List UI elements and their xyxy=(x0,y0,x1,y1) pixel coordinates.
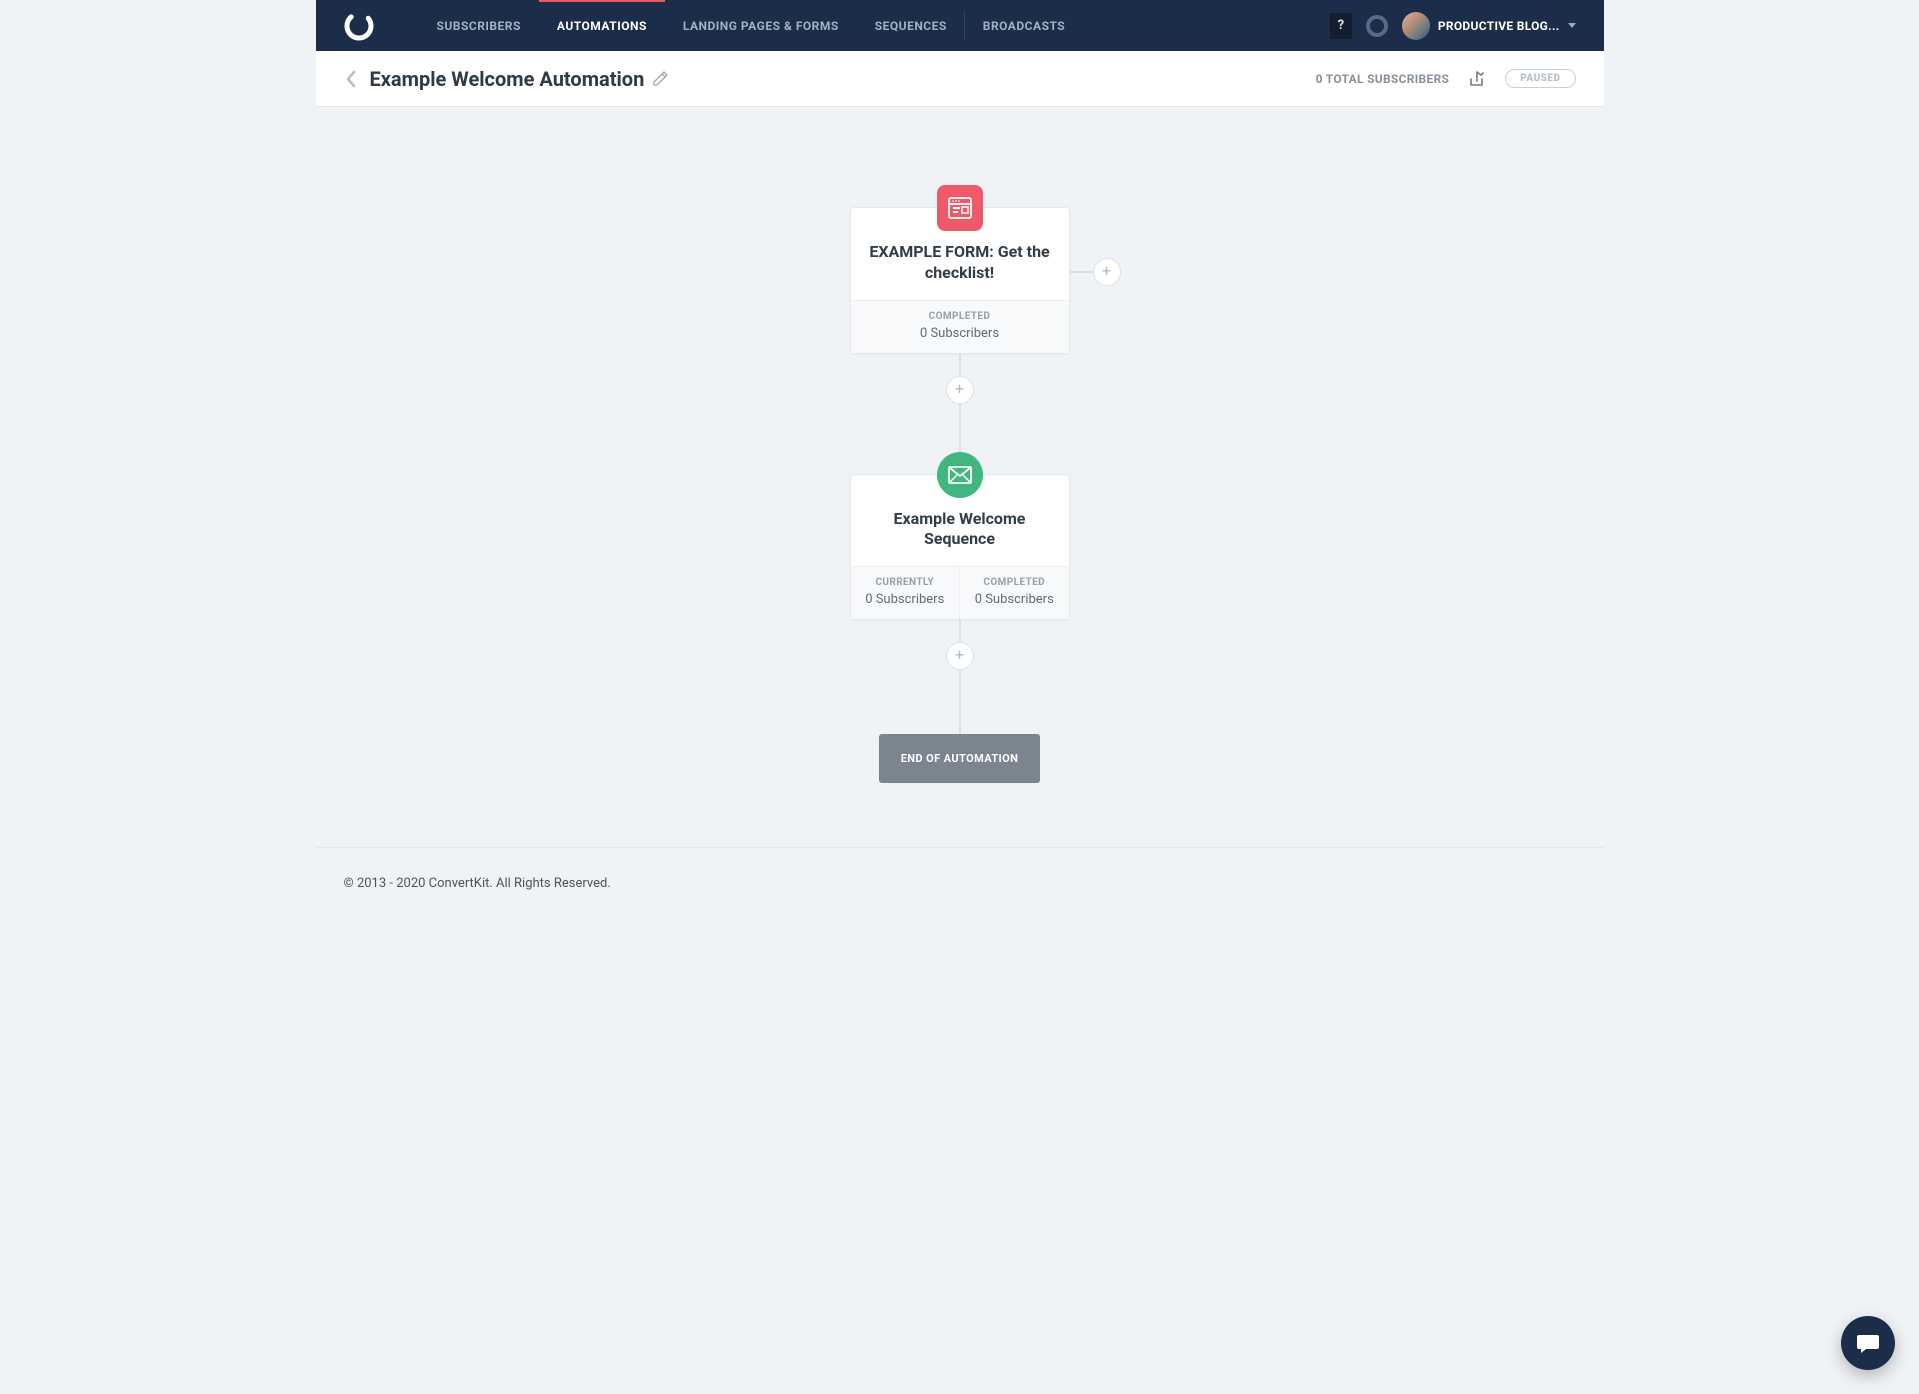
account-menu[interactable]: PRODUCTIVE BLOG... xyxy=(1402,12,1576,40)
logo[interactable] xyxy=(344,11,374,41)
connector-line xyxy=(959,354,961,376)
nav-broadcasts[interactable]: BROADCASTS xyxy=(965,0,1083,51)
chat-icon xyxy=(1855,1330,1881,1356)
stat-label: COMPLETED xyxy=(966,577,1063,588)
form-icon xyxy=(937,185,983,231)
stat-label: COMPLETED xyxy=(857,311,1063,322)
automation-canvas: EXAMPLE FORM: Get the checklist! COMPLET… xyxy=(316,107,1604,847)
edit-title-button[interactable] xyxy=(652,71,668,87)
automation-flow: EXAMPLE FORM: Get the checklist! COMPLET… xyxy=(850,207,1070,807)
subheader-right: 0 TOTAL SUBSCRIBERS PAUSED xyxy=(1316,69,1576,89)
node-stats: COMPLETED 0 Subscribers xyxy=(851,300,1069,353)
page-title: Example Welcome Automation xyxy=(370,67,645,91)
stat-value: 0 Subscribers xyxy=(857,592,954,607)
subheader: Example Welcome Automation 0 TOTAL SUBSC… xyxy=(316,51,1604,107)
form-trigger-node[interactable]: EXAMPLE FORM: Get the checklist! COMPLET… xyxy=(850,207,1070,354)
footer: © 2013 - 2020 ConvertKit. All Rights Res… xyxy=(316,847,1604,919)
nav-items: SUBSCRIBERS AUTOMATIONS LANDING PAGES & … xyxy=(419,0,1084,51)
nav-automations[interactable]: AUTOMATIONS xyxy=(539,0,665,51)
status-toggle[interactable]: PAUSED xyxy=(1505,69,1575,88)
connector-line xyxy=(1069,271,1093,273)
nav-subscribers[interactable]: SUBSCRIBERS xyxy=(419,0,539,51)
top-nav: SUBSCRIBERS AUTOMATIONS LANDING PAGES & … xyxy=(316,0,1604,51)
avatar xyxy=(1402,12,1430,40)
total-subscribers: 0 TOTAL SUBSCRIBERS xyxy=(1316,72,1450,86)
add-trigger-button[interactable]: + xyxy=(1093,258,1121,286)
add-step-button[interactable]: + xyxy=(946,642,974,670)
node-stats: CURRENTLY 0 Subscribers COMPLETED 0 Subs… xyxy=(851,566,1069,619)
back-button[interactable] xyxy=(344,70,358,88)
add-step-button[interactable]: + xyxy=(946,376,974,404)
share-button[interactable] xyxy=(1467,69,1487,89)
end-of-automation: END OF AUTOMATION xyxy=(879,734,1041,783)
side-add-branch: + xyxy=(1069,258,1121,286)
copyright: © 2013 - 2020 ConvertKit. All Rights Res… xyxy=(344,876,611,891)
stat-value: 0 Subscribers xyxy=(966,592,1063,607)
stat-value: 0 Subscribers xyxy=(857,326,1063,341)
email-icon xyxy=(937,452,983,498)
account-name: PRODUCTIVE BLOG... xyxy=(1438,19,1560,33)
stat-label: CURRENTLY xyxy=(857,577,954,588)
nav-right: ? PRODUCTIVE BLOG... xyxy=(1330,12,1576,40)
chat-launcher[interactable] xyxy=(1841,1316,1895,1370)
logo-icon xyxy=(344,11,374,41)
connector-line xyxy=(959,620,961,642)
help-button[interactable]: ? xyxy=(1330,13,1352,39)
email-sequence-node[interactable]: Example Welcome Sequence CURRENTLY 0 Sub… xyxy=(850,474,1070,621)
chevron-down-icon xyxy=(1568,23,1576,28)
stat-completed: COMPLETED 0 Subscribers xyxy=(959,567,1069,619)
share-icon xyxy=(1467,69,1487,89)
chevron-left-icon xyxy=(344,70,358,88)
status-indicator-icon[interactable] xyxy=(1366,15,1388,37)
nav-sequences[interactable]: SEQUENCES xyxy=(857,0,965,51)
pencil-icon xyxy=(652,71,668,87)
connector-line xyxy=(959,670,961,734)
nav-landing-pages-forms[interactable]: LANDING PAGES & FORMS xyxy=(665,0,857,51)
stat-currently: CURRENTLY 0 Subscribers xyxy=(851,567,960,619)
stat-completed: COMPLETED 0 Subscribers xyxy=(851,301,1069,353)
